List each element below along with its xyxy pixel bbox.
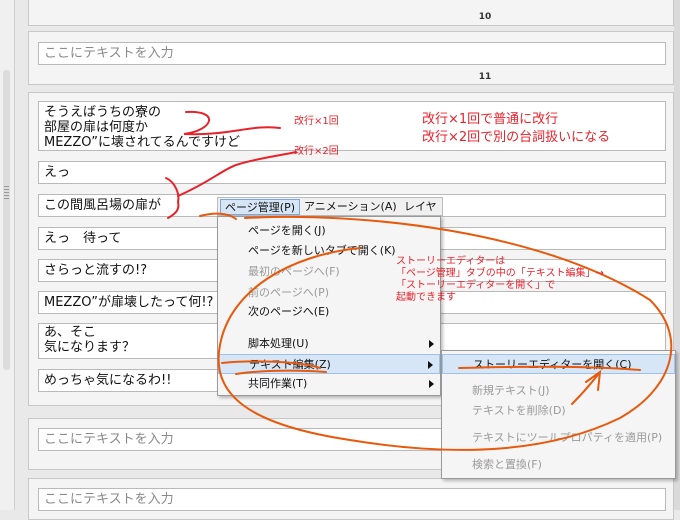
circle-stroke [217, 215, 673, 451]
annotation-strokes [165, 110, 673, 451]
arrow-stroke [571, 369, 602, 405]
note-line: 「ページ管理」タブの中の「テキスト編集」→ [396, 268, 604, 279]
brace-mark [183, 110, 281, 136]
annotation-explain2: 改行×2回で別の台詞扱いになる [422, 130, 611, 145]
underline-stroke [221, 360, 321, 369]
annotation-newline2: 改行×2回 [294, 146, 339, 157]
annotation-newline1: 改行×1回 [294, 116, 339, 127]
note-line: 「ストーリーエディターを開く」で [396, 280, 556, 291]
brace-mark [165, 177, 180, 219]
underline-stroke [235, 369, 327, 375]
underline-stroke [458, 365, 641, 371]
note-line: 起動できます [396, 292, 456, 303]
underline-stroke [199, 212, 237, 220]
pointer-stroke [177, 151, 297, 197]
annotation-story-editor-note: ストーリーエディターは 「ページ管理」タブの中の「テキスト編集」→ 「ストーリー… [396, 256, 604, 304]
note-line: ストーリーエディターは [396, 256, 506, 267]
annotation-explain1: 改行×1回で普通に改行 [422, 112, 559, 127]
